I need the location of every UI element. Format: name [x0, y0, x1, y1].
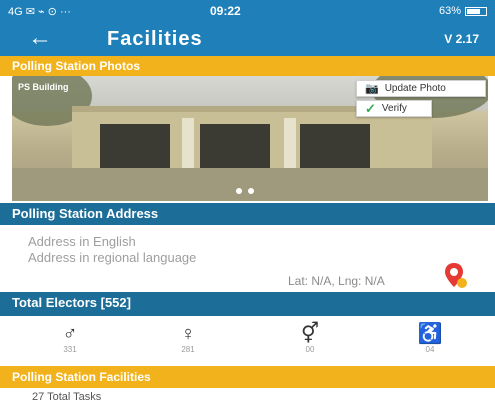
total-tasks[interactable]: 27 Total Tasks: [32, 391, 101, 403]
third-gender-icon: ⚥: [300, 323, 320, 345]
elector-male: ♂ 331: [50, 323, 90, 354]
elector-count: 331: [63, 345, 77, 354]
status-icons-text: 4G ✉ ⌁ ⊙ ···: [8, 5, 71, 18]
electors-section-header: Total Electors [552]: [0, 292, 495, 316]
carousel-indicator: [236, 188, 254, 194]
photo-caption: PS Building: [18, 82, 69, 92]
lat-lng-text: Lat: N/A, Lng: N/A: [288, 274, 385, 288]
verify-label: Verify: [381, 103, 407, 114]
app-version: V 2.17: [444, 32, 479, 46]
verify-button[interactable]: ✓ Verify: [356, 100, 432, 117]
elector-count: 00: [305, 345, 315, 354]
photos-section-header: Polling Station Photos: [0, 56, 495, 76]
male-icon: ♂: [62, 323, 78, 345]
app-bar: ← Facilities V 2.17: [0, 22, 495, 56]
check-icon: ✓: [365, 100, 376, 116]
update-photo-label: Update Photo: [384, 83, 446, 94]
page-title: Facilities: [107, 28, 203, 50]
electors-row: ♂ 331 ♀ 281 ⚥ 00 ♿ 04: [0, 317, 495, 365]
elector-count: 281: [181, 345, 195, 354]
status-bar: 4G ✉ ⌁ ⊙ ··· 09:22 63%: [0, 0, 495, 22]
map-pin-icon[interactable]: [444, 262, 468, 290]
carousel-dot[interactable]: [248, 188, 254, 194]
status-right: 63%: [439, 5, 487, 17]
carousel-dot[interactable]: [236, 188, 242, 194]
female-icon: ♀: [180, 323, 196, 345]
camera-icon: 📷: [365, 83, 379, 95]
update-photo-button[interactable]: 📷 Update Photo: [356, 80, 486, 97]
address-regional: Address in regional language: [28, 250, 197, 265]
address-section-header: Polling Station Address: [0, 203, 495, 225]
status-time: 09:22: [210, 4, 241, 18]
facilities-section-header: Polling Station Facilities: [0, 366, 495, 388]
address-panel: Address in English Address in regional l…: [0, 226, 495, 292]
back-arrow-icon[interactable]: ←: [28, 24, 52, 52]
elector-count: 04: [425, 345, 435, 354]
battery-icon: [465, 6, 487, 16]
photo-carousel[interactable]: PS Building 📷 Update Photo ✓ Verify: [0, 76, 495, 203]
wheelchair-icon: ♿: [417, 323, 443, 345]
elector-third-gender: ⚥ 00: [290, 323, 330, 354]
status-icons: 4G ✉ ⌁ ⊙ ···: [8, 5, 71, 18]
elector-female: ♀ 281: [168, 323, 208, 354]
elector-pwd: ♿ 04: [410, 323, 450, 354]
battery-percent: 63%: [438, 5, 461, 17]
address-english: Address in English: [28, 234, 136, 249]
